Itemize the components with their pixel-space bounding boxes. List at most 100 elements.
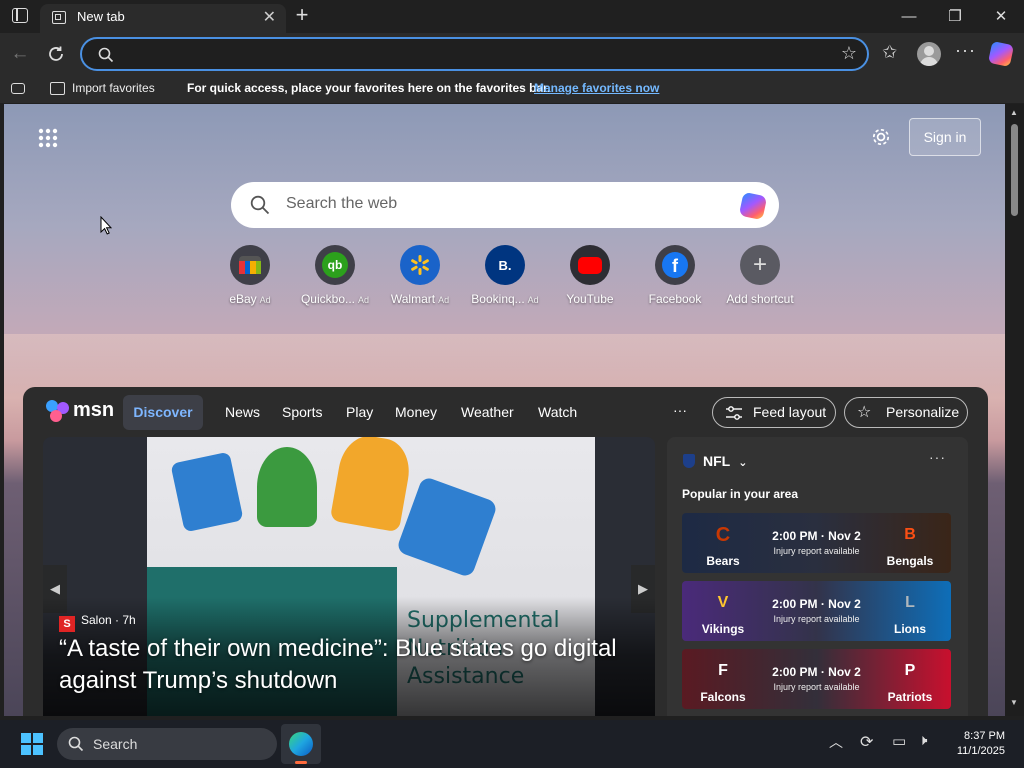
close-tab-icon[interactable]: ✕ bbox=[263, 7, 276, 27]
shortcut-label: Walmart bbox=[390, 292, 436, 306]
profile-avatar[interactable] bbox=[917, 42, 941, 66]
favorites-message: For quick access, place your favorites h… bbox=[187, 81, 551, 95]
windows-start-icon[interactable] bbox=[21, 733, 43, 755]
copilot-search-icon[interactable] bbox=[738, 191, 768, 221]
scroll-up-icon[interactable]: ▲ bbox=[1010, 108, 1018, 117]
patriots-logo-icon: P bbox=[904, 662, 916, 679]
shortcut-quickbooks[interactable]: qb Quickbo... Ad bbox=[293, 245, 377, 306]
hero-story-card[interactable]: SupplementalNutritionAssistance ◀ ▶ SSal… bbox=[43, 437, 655, 716]
tab-play[interactable]: Play bbox=[346, 404, 373, 420]
sign-in-button[interactable]: Sign in bbox=[909, 118, 981, 156]
navigation-bar: ← ☆ ✩ ··· bbox=[0, 33, 1024, 75]
search-icon bbox=[250, 195, 270, 215]
game-row[interactable]: V L 2:00 PM · Nov 2 Injury report availa… bbox=[682, 581, 951, 641]
shortcut-walmart[interactable]: Walmart Ad bbox=[378, 245, 462, 306]
nfl-subtitle: Popular in your area bbox=[682, 487, 799, 501]
game-time: 2:00 PM · Nov 2 bbox=[772, 665, 861, 679]
add-shortcut-button[interactable]: + Add shortcut bbox=[718, 245, 802, 306]
new-tab-button[interactable]: + bbox=[290, 3, 314, 27]
address-input[interactable] bbox=[124, 45, 824, 65]
edge-taskbar-icon[interactable] bbox=[281, 724, 321, 764]
manage-favorites-link[interactable]: Manage favorites now bbox=[534, 81, 659, 95]
game-time: 2:00 PM · Nov 2 bbox=[772, 529, 861, 543]
restore-icon[interactable]: ❐ bbox=[932, 0, 978, 33]
personalize-label: Personalize bbox=[886, 404, 960, 420]
search-icon bbox=[98, 47, 114, 63]
favorites-bar: Import favorites For quick access, place… bbox=[0, 75, 1024, 103]
home-team: Vikings bbox=[701, 622, 745, 636]
refresh-icon[interactable] bbox=[40, 33, 72, 79]
ebay-bag-icon bbox=[230, 245, 270, 285]
volume-muted-icon[interactable]: 🕨 bbox=[918, 732, 927, 749]
tab-weather[interactable]: Weather bbox=[461, 404, 514, 420]
tab-watch[interactable]: Watch bbox=[538, 404, 577, 420]
walmart-spark-icon bbox=[400, 245, 440, 285]
tab-new-tab[interactable]: New tab ✕ bbox=[40, 4, 286, 33]
shortcut-label: Bookinq... bbox=[471, 292, 525, 306]
sidebar-toggle-icon[interactable] bbox=[11, 83, 25, 94]
msn-brand: msn bbox=[73, 399, 115, 421]
more-tabs-button[interactable]: ··· bbox=[673, 402, 687, 418]
favorite-star-icon[interactable]: ☆ bbox=[841, 43, 857, 64]
feed-layout-button[interactable]: Feed layout bbox=[712, 397, 836, 428]
import-icon bbox=[50, 82, 65, 95]
display-icon[interactable]: ▭ bbox=[892, 732, 906, 750]
shortcut-youtube[interactable]: YouTube bbox=[548, 245, 632, 306]
title-bar: New tab ✕ + — ❐ ✕ bbox=[0, 0, 1024, 33]
shortcut-label: Add shortcut bbox=[726, 292, 794, 306]
away-team: Lions bbox=[894, 622, 926, 636]
shortcut-ebay[interactable]: eBay Ad bbox=[208, 245, 292, 306]
tab-news[interactable]: News bbox=[225, 404, 260, 420]
quickbooks-icon: qb bbox=[315, 245, 355, 285]
msn-logo[interactable]: msn bbox=[45, 397, 125, 425]
clock-time: 8:37 PM bbox=[964, 730, 1005, 742]
game-row[interactable]: C B 2:00 PM · Nov 2 Injury report availa… bbox=[682, 513, 951, 573]
taskbar-search[interactable]: Search bbox=[57, 728, 277, 760]
personalize-button[interactable]: ☆ Personalize bbox=[844, 397, 968, 428]
more-options-icon[interactable]: ··· bbox=[955, 40, 976, 61]
shortcut-label: Facebook bbox=[648, 292, 702, 306]
page-scrollbar[interactable]: ▲ ▼ bbox=[1005, 104, 1024, 716]
search-icon bbox=[68, 736, 84, 752]
msn-feed: msn Discover News Sports Play Money Weat… bbox=[23, 387, 988, 716]
game-note: Injury report available bbox=[773, 682, 860, 692]
apps-grid-icon[interactable] bbox=[38, 128, 58, 148]
home-team: Bears bbox=[706, 554, 740, 568]
favorites-icon[interactable]: ✩ bbox=[882, 42, 897, 63]
game-row[interactable]: F P 2:00 PM · Nov 2 Injury report availa… bbox=[682, 649, 951, 709]
source-label: Salon · 7h bbox=[81, 613, 136, 627]
tab-actions-icon[interactable] bbox=[12, 8, 28, 23]
tab-sports[interactable]: Sports bbox=[282, 404, 322, 420]
story-source[interactable]: S Salon · 7h bbox=[59, 613, 136, 632]
import-favorites-button[interactable]: Import favorites bbox=[72, 81, 155, 95]
address-bar[interactable]: ☆ bbox=[80, 37, 869, 71]
sync-icon[interactable]: ⟳ bbox=[860, 732, 873, 752]
web-search-box[interactable]: Search the web bbox=[231, 182, 779, 228]
close-window-icon[interactable]: ✕ bbox=[978, 0, 1024, 33]
msn-butterfly-icon bbox=[46, 400, 69, 422]
tab-money[interactable]: Money bbox=[395, 404, 437, 420]
show-hidden-icons-icon[interactable]: ︿ bbox=[829, 732, 843, 752]
back-icon[interactable]: ← bbox=[4, 33, 36, 75]
away-team: Patriots bbox=[887, 690, 933, 704]
sparkle-star-icon: ☆ bbox=[857, 404, 872, 421]
settings-gear-icon[interactable] bbox=[870, 126, 892, 148]
minimize-icon[interactable]: — bbox=[886, 0, 932, 33]
system-clock[interactable]: 8:37 PM 11/1/2025 bbox=[957, 729, 1005, 759]
shortcut-facebook[interactable]: f Facebook bbox=[633, 245, 717, 306]
nfl-more-button[interactable]: ··· bbox=[929, 449, 946, 465]
falcons-logo-icon: F bbox=[718, 662, 728, 679]
away-team: Bengals bbox=[886, 554, 934, 568]
story-headline[interactable]: “A taste of their own medicine”: Blue st… bbox=[59, 633, 655, 697]
nfl-header[interactable]: NFL ⌄ bbox=[683, 453, 747, 469]
nfl-shield-icon bbox=[683, 454, 695, 468]
copilot-icon[interactable] bbox=[987, 40, 1015, 68]
tab-discover[interactable]: Discover bbox=[123, 395, 203, 430]
clock-date: 11/1/2025 bbox=[956, 745, 1005, 757]
nfl-card: NFL ⌄ ··· Popular in your area C B 2:00 P… bbox=[667, 437, 968, 716]
mouse-cursor-icon bbox=[100, 215, 113, 240]
game-time: 2:00 PM · Nov 2 bbox=[772, 597, 861, 611]
scrollbar-thumb[interactable] bbox=[1011, 124, 1018, 216]
shortcut-booking[interactable]: B. Bookinq... Ad bbox=[463, 245, 547, 306]
scroll-down-icon[interactable]: ▼ bbox=[1010, 698, 1018, 707]
